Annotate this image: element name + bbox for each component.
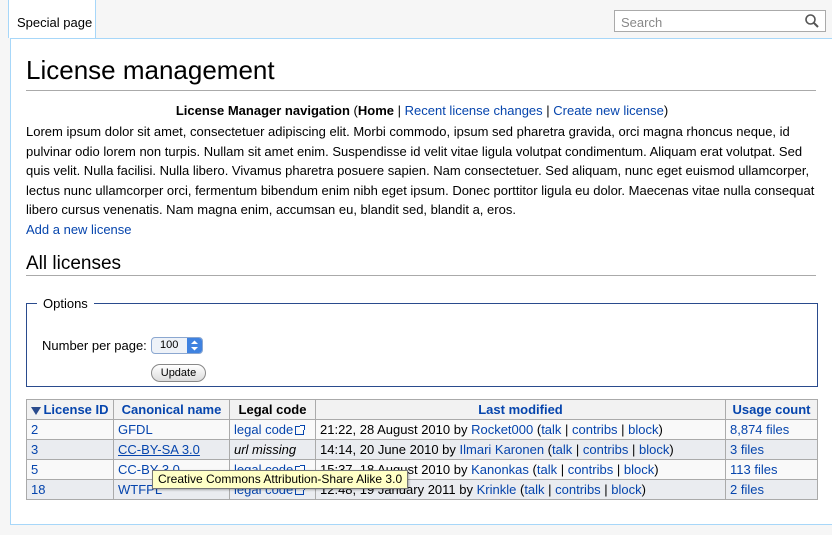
user-link[interactable]: Rocket000 xyxy=(471,422,533,437)
col-license-id[interactable]: License ID xyxy=(26,399,114,420)
canonical-name-link[interactable]: GFDL xyxy=(118,422,153,437)
nav-label: License Manager navigation xyxy=(175,103,350,118)
nav-link-create-license[interactable]: Create new license xyxy=(553,103,664,118)
search-input[interactable] xyxy=(619,12,803,32)
legal-code-link[interactable]: legal code xyxy=(234,422,293,437)
table-header-row: License ID Canonical name Legal code Las… xyxy=(26,399,818,420)
nav-sep-2: | xyxy=(542,103,554,118)
canonical-name-link[interactable]: CC-BY-SA 3.0 xyxy=(118,442,200,457)
user-link[interactable]: Ilmari Karonen xyxy=(460,442,545,457)
number-per-page-value: 100 xyxy=(160,339,179,351)
nav-home: Home xyxy=(357,103,395,118)
nav-sep-1: | xyxy=(394,103,405,118)
license-id-link[interactable]: 2 xyxy=(31,422,38,437)
license-name-tooltip: Creative Commons Attribution-Share Alike… xyxy=(152,470,409,489)
usage-count-link[interactable]: 8,874 files xyxy=(730,422,789,437)
title-divider xyxy=(26,90,816,91)
content-area: License management License Manager navig… xyxy=(10,38,832,525)
usage-count-link[interactable]: 113 files xyxy=(730,462,777,477)
block-link[interactable]: block xyxy=(624,462,654,477)
license-id-link[interactable]: 18 xyxy=(31,482,45,497)
contribs-link[interactable]: contribs xyxy=(583,442,629,457)
search-icon[interactable] xyxy=(803,12,821,30)
intro-paragraph: Lorem ipsum dolor sit amet, consectetuer… xyxy=(26,124,815,217)
add-license-link[interactable]: Add a new license xyxy=(26,222,132,237)
license-id-link[interactable]: 3 xyxy=(31,442,38,457)
nav-link-recent-changes[interactable]: Recent license changes xyxy=(405,103,543,118)
talk-link[interactable]: talk xyxy=(537,462,557,477)
table-row: 18 WTFPL legal code 12:48, 19 January 20… xyxy=(26,479,818,500)
external-link-icon xyxy=(295,425,306,436)
section-divider xyxy=(26,275,816,276)
user-link[interactable]: Krinkle xyxy=(477,482,517,497)
last-modified-date: 14:14, 20 June 2010 by xyxy=(320,442,460,457)
tab-special-page-label: Special page xyxy=(17,15,93,30)
number-per-page-select[interactable]: 100 xyxy=(151,337,203,354)
licenses-table: License ID Canonical name Legal code Las… xyxy=(26,399,818,500)
col-license-id-label: License ID xyxy=(43,402,109,417)
talk-link[interactable]: talk xyxy=(552,442,572,457)
table-row: 5 CC-BY 3.0 legal code 15:37, 18 August … xyxy=(26,459,818,480)
contribs-link[interactable]: contribs xyxy=(568,462,614,477)
block-link[interactable]: block xyxy=(628,422,658,437)
tab-special-page[interactable]: Special page xyxy=(8,0,96,38)
talk-link[interactable]: talk xyxy=(524,482,544,497)
col-last-modified[interactable]: Last modified xyxy=(315,399,726,420)
license-manager-nav: License Manager navigation (Home | Recen… xyxy=(11,103,832,118)
contribs-link[interactable]: contribs xyxy=(572,422,618,437)
updown-arrows-icon xyxy=(187,338,202,353)
last-modified-date: 21:22, 28 August 2010 by xyxy=(320,422,472,437)
col-canonical-name[interactable]: Canonical name xyxy=(113,399,230,420)
page-title: License management xyxy=(26,55,275,85)
contribs-link[interactable]: contribs xyxy=(555,482,601,497)
nav-close: ) xyxy=(663,103,669,118)
search-box xyxy=(614,10,826,32)
table-row: 2 GFDL legal code 21:22, 28 August 2010 … xyxy=(26,419,818,440)
nav-open: ( xyxy=(349,103,358,118)
col-usage-count[interactable]: Usage count xyxy=(725,399,818,420)
user-link[interactable]: Kanonkas xyxy=(471,462,529,477)
license-id-link[interactable]: 5 xyxy=(31,462,38,477)
block-link[interactable]: block xyxy=(639,442,669,457)
options-fieldset: Options Number per page: 100 Update xyxy=(26,296,818,387)
legal-code-missing: url missing xyxy=(234,442,297,457)
col-legal-code: Legal code xyxy=(229,399,316,420)
talk-link[interactable]: talk xyxy=(541,422,561,437)
sort-desc-icon xyxy=(31,406,42,415)
options-legend: Options xyxy=(43,296,88,311)
section-heading: All licenses xyxy=(26,253,122,274)
usage-count-link[interactable]: 3 files xyxy=(730,442,764,457)
block-link[interactable]: block xyxy=(611,482,641,497)
update-button[interactable]: Update xyxy=(151,364,206,382)
number-per-page-label: Number per page: xyxy=(42,338,147,353)
table-row: 3 CC-BY-SA 3.0 url missing 14:14, 20 Jun… xyxy=(26,439,818,460)
usage-count-link[interactable]: 2 files xyxy=(730,482,764,497)
